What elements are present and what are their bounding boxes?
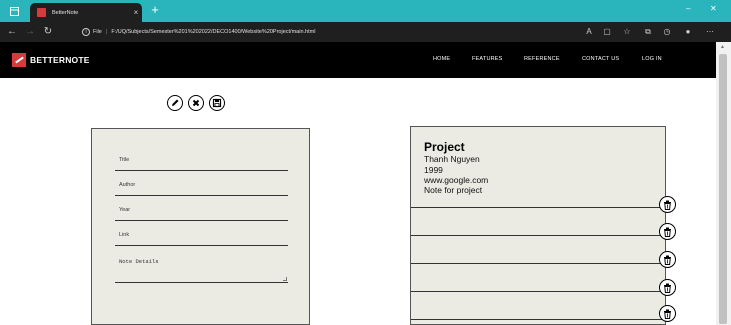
trash-icon [664, 227, 671, 237]
note-details: Note for project [424, 185, 483, 195]
reload-icon[interactable]: ↻ [42, 26, 54, 38]
close-icon [192, 99, 200, 107]
link-field[interactable]: Link [115, 232, 288, 246]
nav-contact-us[interactable]: CONTACT US [582, 56, 619, 62]
address-bar: ← → ↻ i File | F:/UQ/Subjects/Semester%2… [0, 22, 731, 42]
note-author: Thanh Nguyen [424, 154, 480, 164]
trash-icon [664, 309, 671, 319]
trash-icon [664, 255, 671, 265]
delete-note-button[interactable] [659, 196, 676, 213]
tab-strip: BetterNote × + – ✕ [0, 0, 731, 22]
title-placeholder: Title [119, 157, 130, 163]
more-menu-icon[interactable]: ⋯ [705, 27, 715, 37]
delete-note-button[interactable] [659, 251, 676, 268]
resize-handle-icon[interactable] [283, 277, 287, 281]
list-item[interactable] [411, 209, 665, 236]
year-placeholder: Year [119, 207, 131, 213]
delete-note-button[interactable] [659, 279, 676, 296]
note-link: www.google.com [424, 175, 489, 185]
save-icon [212, 98, 222, 108]
author-placeholder: Author [119, 182, 136, 188]
history-icon[interactable]: ◷ [662, 27, 672, 37]
tab-group-icon[interactable]: ▢ [602, 27, 612, 37]
delete-note-button[interactable] [659, 305, 676, 322]
scroll-up-icon[interactable]: ▲ [720, 44, 725, 50]
url-separator: | [105, 29, 108, 35]
browser-tab[interactable]: BetterNote × [30, 3, 142, 22]
list-item[interactable] [411, 265, 665, 292]
collections-icon[interactable]: ⧉ [643, 27, 653, 37]
profile-icon[interactable]: ● [683, 27, 693, 37]
nav-reference[interactable]: REFERENCE [524, 56, 560, 62]
note-details-field[interactable]: Note Details [115, 258, 288, 283]
site-logo[interactable]: BETTERNOTE [12, 53, 90, 67]
url-path: F:/UQ/Subjects/Semester%201%202022/DECO1… [111, 29, 316, 35]
tab-close-icon[interactable]: × [130, 8, 142, 17]
author-field[interactable]: Author [115, 182, 288, 196]
notes-list: Project Thanh Nguyen 1999 www.google.com… [410, 126, 666, 325]
back-icon[interactable]: ← [6, 26, 18, 38]
edit-button[interactable] [167, 95, 183, 111]
minimize-button[interactable]: – [686, 4, 690, 13]
url-scheme: File [93, 29, 102, 35]
list-item[interactable] [411, 293, 665, 320]
page-scrollbar[interactable]: ▲ [716, 42, 731, 325]
link-placeholder: Link [119, 232, 130, 238]
nav-log-in[interactable]: LOG IN [642, 56, 662, 62]
info-icon[interactable]: i [82, 28, 90, 36]
note-year: 1999 [424, 165, 443, 175]
tab-actions-icon[interactable] [8, 5, 20, 17]
favicon-icon [37, 8, 46, 17]
url-field[interactable]: i File | F:/UQ/Subjects/Semester%201%202… [82, 26, 315, 38]
title-field[interactable]: Title [115, 157, 288, 171]
tab-title: BetterNote [52, 9, 79, 16]
clear-button[interactable] [188, 95, 204, 111]
note-card[interactable]: Project Thanh Nguyen 1999 www.google.com… [411, 127, 665, 208]
save-button[interactable] [209, 95, 225, 111]
browser-window: BetterNote × + – ✕ ← → ↻ i File | F:/UQ/… [0, 0, 731, 325]
note-details-placeholder: Note Details [119, 258, 159, 265]
logo-icon [12, 53, 26, 67]
note-form: Title Author Year Link Note Details [91, 128, 310, 325]
trash-icon [664, 283, 671, 293]
nav-features[interactable]: FEATURES [472, 56, 503, 62]
year-field[interactable]: Year [115, 207, 288, 221]
delete-note-button[interactable] [659, 223, 676, 240]
nav-home[interactable]: HOME [433, 56, 450, 62]
trash-icon [664, 200, 671, 210]
pencil-icon [172, 99, 179, 106]
new-tab-button[interactable]: + [148, 3, 162, 17]
favorite-star-icon[interactable]: ☆ [622, 27, 632, 37]
logo-text: BETTERNOTE [30, 55, 90, 65]
forward-icon[interactable]: → [24, 26, 36, 38]
close-window-button[interactable]: ✕ [710, 4, 717, 13]
list-item[interactable] [411, 237, 665, 264]
site-navbar: BETTERNOTE HOME FEATURES REFERENCE CONTA… [0, 42, 716, 78]
scrollbar-thumb[interactable] [719, 54, 727, 324]
read-aloud-icon[interactable]: A [584, 27, 594, 37]
note-title: Project [424, 140, 465, 154]
